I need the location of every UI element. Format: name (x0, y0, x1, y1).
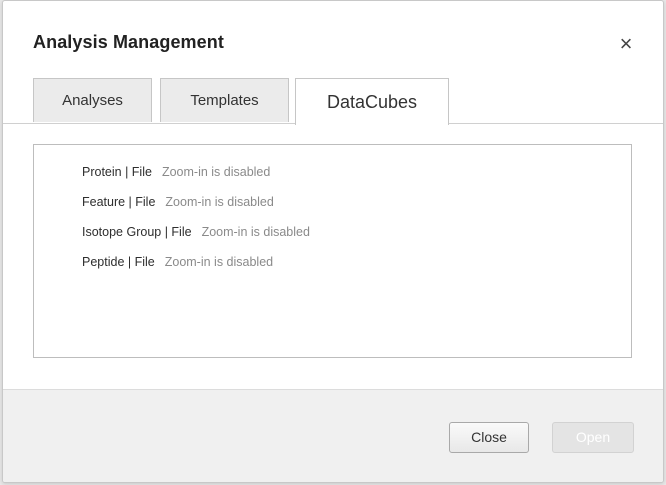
list-item-note: Zoom-in is disabled (201, 225, 310, 239)
tab-templates[interactable]: Templates (160, 78, 289, 122)
dialog-footer: Close Open (3, 389, 663, 482)
list-item[interactable]: Feature | File Zoom-in is disabled (82, 195, 274, 209)
list-item-name: Isotope Group | File (82, 225, 192, 239)
list-item-note: Zoom-in is disabled (161, 165, 271, 179)
tab-datacubes[interactable]: DataCubes (295, 78, 449, 125)
list-item-name: Peptide | File (82, 255, 155, 269)
close-icon[interactable]: × (613, 31, 639, 57)
tab-analyses[interactable]: Analyses (33, 78, 152, 122)
close-button[interactable]: Close (449, 422, 529, 453)
datacube-list: Protein | File Zoom-in is disabled Featur… (33, 144, 632, 358)
list-item-note: Zoom-in is disabled (165, 195, 274, 209)
analysis-management-dialog: Analysis Management × Analyses Templates… (2, 0, 664, 483)
list-item-name: Feature | File (82, 195, 156, 209)
list-item-name: Protein | File (82, 165, 152, 179)
open-button: Open (552, 422, 634, 453)
list-item[interactable]: Peptide | File Zoom-in is disabled (82, 255, 273, 269)
list-item[interactable]: Protein | File Zoom-in is disabled (82, 165, 270, 179)
list-item-note: Zoom-in is disabled (164, 255, 274, 269)
list-item[interactable]: Isotope Group | File Zoom-in is disabled (82, 225, 310, 239)
dialog-title: Analysis Management (33, 32, 224, 52)
